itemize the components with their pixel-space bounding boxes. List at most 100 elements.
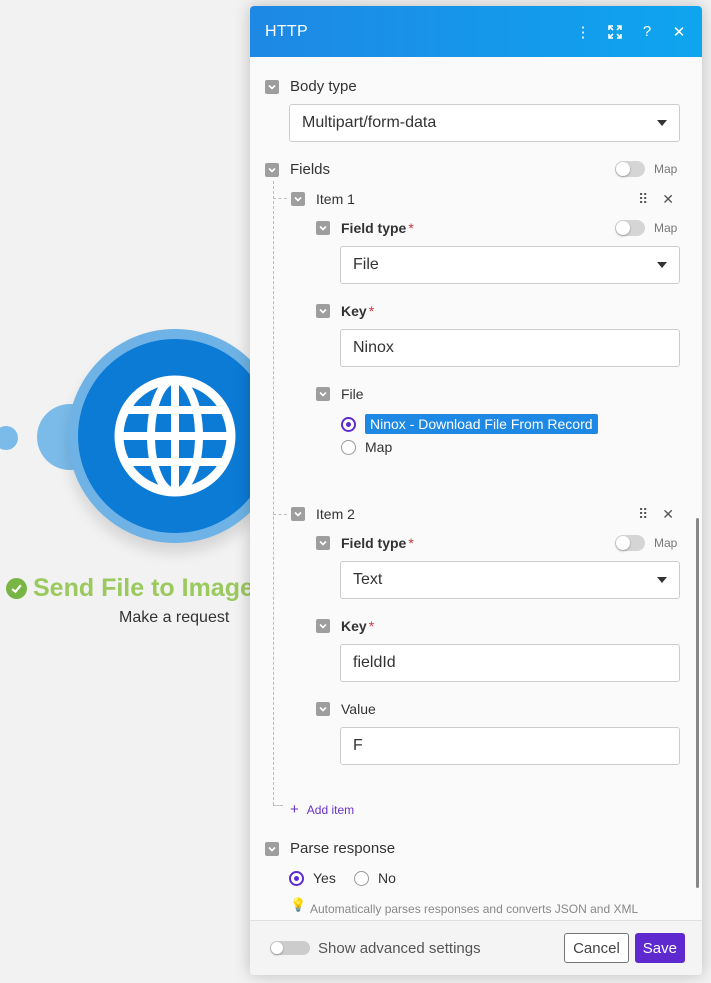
key-label: Key * [341, 618, 375, 634]
collapse-checkbox-icon[interactable] [291, 507, 305, 521]
map-switch[interactable] [615, 535, 645, 551]
field-type-label-text: Field type [341, 220, 407, 236]
panel-title: HTTP [265, 22, 308, 40]
close-icon[interactable]: ✕ [671, 24, 687, 41]
help-icon[interactable]: ? [639, 23, 655, 40]
panel-footer: Show advanced settings Cancel Save [250, 920, 702, 975]
parse-yes-option[interactable]: Yes [289, 870, 336, 886]
collapse-checkbox-icon[interactable] [316, 702, 330, 716]
field-type-map-toggle[interactable]: Map [615, 220, 677, 236]
map-label: Map [654, 221, 678, 235]
field-type-label-text: Field type [341, 535, 407, 551]
mapped-file-pill[interactable]: Ninox - Download File From Record [365, 414, 598, 434]
drag-handle-icon[interactable]: ⠿ [638, 506, 648, 523]
module-subtitle: Make a request [119, 609, 230, 626]
field-type-label: Field type * [341, 535, 414, 551]
collapse-checkbox-icon[interactable] [265, 841, 279, 856]
collapse-checkbox-icon[interactable] [291, 192, 305, 206]
item-2-key-row: Key * [316, 618, 374, 634]
success-check-icon [6, 578, 27, 599]
scrollbar[interactable] [696, 518, 699, 888]
item-2-value-input[interactable]: F [340, 727, 680, 765]
key-value: Ninox [353, 339, 394, 356]
item-1-key-row: Key * [316, 303, 374, 319]
remove-item-icon[interactable]: ✕ [662, 506, 674, 523]
collapse-checkbox-icon[interactable] [316, 387, 330, 401]
collapse-checkbox-icon[interactable] [265, 79, 279, 94]
file-option-download[interactable]: Ninox - Download File From Record [341, 414, 598, 434]
field-type-label: Field type * [341, 220, 414, 236]
item-1-row: Item 1 [291, 191, 355, 207]
module-settings-panel: HTTP ⋮ ? ✕ Body type Multipart/form-data… [250, 6, 702, 975]
fields-row: Fields [265, 161, 330, 178]
collapse-checkbox-icon[interactable] [316, 221, 330, 235]
field-type-map-toggle[interactable]: Map [615, 535, 677, 551]
yes-label: Yes [313, 870, 336, 886]
map-switch[interactable] [615, 161, 645, 177]
body-type-row: Body type [265, 78, 357, 95]
advanced-label: Show advanced settings [318, 939, 481, 957]
fields-label: Fields [290, 161, 331, 178]
cancel-button[interactable]: Cancel [564, 933, 629, 963]
item-2-row: Item 2 [291, 506, 355, 522]
field-type-value: File [353, 256, 379, 273]
module-name-text: Send File to Image [33, 574, 254, 602]
key-label-text: Key [341, 303, 367, 319]
body-type-select[interactable]: Multipart/form-data [289, 104, 680, 142]
collapse-checkbox-icon[interactable] [316, 619, 330, 633]
parse-response-row: Parse response [265, 840, 395, 857]
chevron-down-icon [657, 262, 667, 268]
collapse-checkbox-icon[interactable] [316, 536, 330, 550]
plus-icon: + [290, 801, 299, 818]
body-type-value: Multipart/form-data [302, 114, 437, 131]
item-2-field-type-row: Field type * [316, 535, 414, 551]
parse-no-option[interactable]: No [354, 870, 396, 886]
item-2-label: Item 2 [316, 506, 355, 522]
module-title[interactable]: Send File to Image [6, 574, 254, 603]
body-type-label: Body type [290, 78, 357, 95]
item-2-field-type-select[interactable]: Text [340, 561, 680, 599]
expand-icon[interactable] [607, 24, 623, 40]
radio-unselected[interactable] [341, 439, 356, 455]
remove-item-icon[interactable]: ✕ [662, 191, 674, 208]
add-item-button[interactable]: + Add item [290, 801, 354, 818]
key-value: fieldId [353, 654, 396, 671]
item-2-actions: ⠿ ✕ [638, 506, 674, 523]
fields-map-toggle[interactable]: Map [615, 161, 677, 177]
key-label: Key * [341, 303, 375, 319]
chevron-down-icon [657, 120, 667, 126]
tree-branch [273, 514, 287, 515]
chevron-down-icon [657, 577, 667, 583]
item-1-label: Item 1 [316, 191, 355, 207]
key-label-text: Key [341, 618, 367, 634]
item-1-key-input[interactable]: Ninox [340, 329, 680, 367]
save-button[interactable]: Save [634, 933, 685, 963]
radio-selected[interactable] [341, 416, 356, 432]
more-options-icon[interactable]: ⋮ [575, 24, 591, 41]
field-type-value: Text [353, 571, 383, 588]
radio-unselected[interactable] [354, 870, 369, 886]
advanced-switch[interactable] [270, 941, 310, 955]
advanced-settings-toggle[interactable]: Show advanced settings [270, 940, 564, 957]
file-option-map[interactable]: Map [341, 439, 392, 455]
item-2-key-input[interactable]: fieldId [340, 644, 680, 682]
http-module[interactable] [78, 339, 272, 533]
lightbulb-icon: 💡 [290, 897, 307, 912]
item-1-field-type-row: Field type * [316, 220, 414, 236]
collapse-checkbox-icon[interactable] [265, 162, 279, 177]
drag-handle-icon[interactable]: ⠿ [638, 191, 648, 208]
map-switch[interactable] [615, 220, 645, 236]
value-value: F [353, 737, 363, 754]
map-label: Map [654, 536, 678, 550]
add-item-label: Add item [306, 802, 355, 817]
file-label: File [341, 386, 364, 402]
radio-selected[interactable] [289, 870, 304, 886]
item-1-file-row: File [316, 386, 364, 402]
collapse-checkbox-icon[interactable] [316, 304, 330, 318]
panel-body[interactable]: Body type Multipart/form-data Fields Map… [250, 57, 702, 920]
item-1-field-type-select[interactable]: File [340, 246, 680, 284]
no-label: No [378, 870, 396, 886]
item-1-actions: ⠿ ✕ [638, 191, 674, 208]
panel-header: HTTP ⋮ ? ✕ [250, 6, 702, 57]
item-2-value-row: Value [316, 701, 376, 717]
